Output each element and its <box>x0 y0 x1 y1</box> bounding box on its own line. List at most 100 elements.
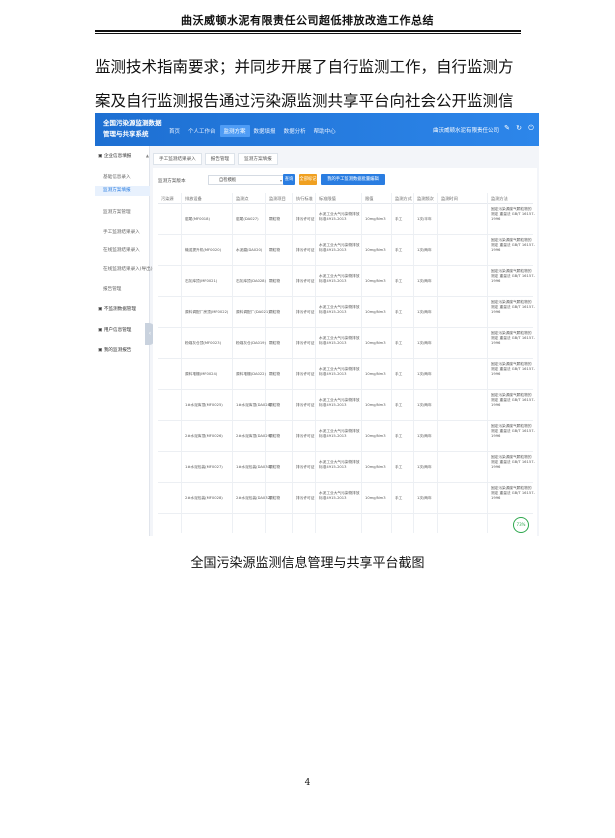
sidebar-item[interactable]: 报告管理 <box>103 286 158 292</box>
table-cell-mode: 手工 <box>395 372 403 376</box>
table-cell-item: 颗粒物 <box>269 403 281 407</box>
table-row[interactable]: 输送提升机(MF0020) 水泥磨(DA020) 颗粒物 排污许可证 水泥工业大气污染物… <box>158 236 535 266</box>
table-cell-limit: 水泥工业大气污染物排放标准4915-2013 <box>319 429 360 438</box>
table-cell-std: 排污许可证 <box>296 279 315 283</box>
table-cell-value: 10mg/Nm3 <box>365 465 386 469</box>
sidebar-item-label: 报告管理 <box>103 287 122 292</box>
table-cell-limit: 水泥工业大气污染物排放标准4915-2013 <box>319 212 360 221</box>
table-row[interactable]: 2#水泥库顶(MF0026) 2#水泥库顶(DA029) 颗粒物 排污许可证 水泥工业大… <box>158 422 535 452</box>
page-header: 曲沃威顿水泥有限责任公司超低排放改造工作总结 <box>181 14 434 27</box>
sidebar-item[interactable]: 在线监测结果录入(导出) <box>103 266 158 272</box>
column-header[interactable]: 标准限值 <box>319 196 336 202</box>
column-header[interactable]: 监测项目 <box>269 196 286 202</box>
header-rule <box>95 30 521 32</box>
sidebar-item[interactable]: 监测方案填报 <box>95 186 150 196</box>
table-row[interactable]: 1#水泥包装(MF0027) 1#水泥包装(DA030) 颗粒物 排污许可证 水泥工业大… <box>158 453 535 483</box>
column-header[interactable]: 监测频次 <box>417 196 434 202</box>
refresh-icon[interactable]: ↻ <box>515 124 523 132</box>
table-cell-method: 固定污染源废气颗粒物的测定 重量法 GB/T 16157-1996 <box>491 486 535 500</box>
table-cell-point: 2#水泥包装(DA032) <box>236 496 272 500</box>
column-header[interactable]: 监测时间 <box>441 196 458 202</box>
table-row[interactable]: 1#水泥库顶(MF0025) 1#水泥库顶(DA028) 颗粒物 排污许可证 水泥工业大… <box>158 391 535 421</box>
system-title: 全国污染源监测数据管理与共享系统 <box>103 119 162 138</box>
table-cell-limit: 水泥工业大气污染物排放标准4915-2013 <box>319 336 360 345</box>
table-cell-point: 1#水泥包装(DA030) <box>236 465 272 469</box>
table-cell-value: 10mg/Nm3 <box>365 248 386 252</box>
table-cell-method: 固定污染源废气颗粒物的测定 重量法 GB/T 16157-1996 <box>491 362 535 376</box>
sidebar-item-label: 监测方案填报 <box>103 188 131 193</box>
table-cell-method: 固定污染源废气颗粒物的测定 重量法 GB/T 16157-1996 <box>491 300 535 314</box>
column-header[interactable]: 监测点 <box>236 196 249 202</box>
table-cell-item: 颗粒物 <box>269 496 281 500</box>
column-header[interactable]: 限值 <box>365 196 373 202</box>
table-cell-value: 10mg/Nm3 <box>365 372 386 376</box>
sidebar-item[interactable]: ▣ 我的监测报告 <box>98 347 153 353</box>
table-row[interactable]: 原料调配厂房顶(MF0022) 原料调配厂(DA021) 颗粒物 排污许可证 水泥工业大… <box>158 298 535 328</box>
table-cell-limit: 水泥工业大气污染物排放标准4915-2013 <box>319 305 360 314</box>
table-cell-std: 排污许可证 <box>296 465 315 469</box>
column-header[interactable]: 污染源 <box>161 196 174 202</box>
top-nav-item[interactable]: 数据分析 <box>280 125 310 137</box>
sidebar-item[interactable]: 手工监测结果录入 <box>103 229 158 235</box>
toolbar-button[interactable]: 我的手工监测数据批量编辑 <box>321 174 385 185</box>
table-cell-freq: 1次/两年 <box>417 465 432 469</box>
table-cell-point: 2#水泥库顶(DA029) <box>236 434 272 438</box>
sidebar-item[interactable]: ▣ 企业信息填报 ▲ <box>98 153 153 159</box>
table-cell-point: 原料堆棚(DA022) <box>236 372 266 376</box>
table-cell-item: 颗粒物 <box>269 341 281 345</box>
sidebar-item[interactable]: 在线监测结果录入 <box>103 247 158 253</box>
table-cell-value: 10mg/Nm3 <box>365 403 386 407</box>
version-select[interactable]: 自检模板 ▾ <box>208 175 286 185</box>
table-row[interactable]: 2#水泥包装(MF0028) 2#水泥包装(DA032) 颗粒物 排污许可证 水泥工业大… <box>158 484 535 514</box>
table-cell-value: 10mg/Nm3 <box>365 310 386 314</box>
progress-badge: 73% <box>513 517 529 533</box>
table-cell-point: 石灰库顶(DA028) <box>236 279 266 283</box>
toolbar-button[interactable]: 查询 <box>283 174 295 185</box>
top-nav-item[interactable]: 数据填报 <box>250 125 280 137</box>
table-cell-std: 排污许可证 <box>296 341 315 345</box>
top-nav-item[interactable]: 帮助中心 <box>310 125 340 137</box>
table-row[interactable]: 窑尾(MF0018) 窑尾(DA027) 颗粒物 排污许可证 水泥工业大气污染物排放标准… <box>158 205 535 235</box>
caret-icon: ▲ <box>145 153 149 158</box>
table-row[interactable]: 石灰库顶(MF0021) 石灰库顶(DA028) 颗粒物 排污许可证 水泥工业大气污染物… <box>158 267 535 297</box>
tab[interactable]: 报告管理 <box>204 153 236 165</box>
table-cell-freq: 1次/两年 <box>417 434 432 438</box>
table-cell-limit: 水泥工业大气污染物排放标准4915-2013 <box>319 491 360 500</box>
column-header[interactable]: 监测方法 <box>491 196 508 202</box>
table-cell-limit: 水泥工业大气污染物排放标准4915-2013 <box>319 243 360 252</box>
table-cell-mode: 手工 <box>395 310 403 314</box>
power-icon[interactable]: ⏻ <box>527 124 535 132</box>
table-cell-limit: 水泥工业大气污染物排放标准4915-2013 <box>319 274 360 283</box>
tab[interactable]: 监测方案填报 <box>238 153 278 165</box>
table-cell-freq: 1次/两年 <box>417 403 432 407</box>
table-cell-mode: 手工 <box>395 341 403 345</box>
top-nav-item[interactable]: 监测方案 <box>219 125 250 137</box>
table-cell-point: 原料调配厂(DA021) <box>236 310 270 314</box>
toolbar-button[interactable]: 全部标记 <box>299 174 317 185</box>
table-cell-mode: 手工 <box>395 496 403 500</box>
sidebar-item-label: 我的监测报告 <box>103 348 132 353</box>
table-cell-freq: 1次/两年 <box>417 341 432 345</box>
table-cell-device: 输送提升机(MF0020) <box>185 248 222 252</box>
table-cell-freq: 1次/两年 <box>417 248 432 252</box>
tab-bar: 手工监测结果录入 报告管理 监测方案填报 <box>153 153 278 165</box>
table-row[interactable]: 原料堆棚(MF0024) 原料堆棚(DA022) 颗粒物 排污许可证 水泥工业大气污染物… <box>158 360 535 390</box>
column-header[interactable]: 监测方式 <box>395 196 412 202</box>
sidebar-item[interactable]: 监测方案管理 <box>103 209 158 215</box>
sidebar-item[interactable]: ▣ 不监测数据管理 <box>98 306 153 312</box>
page-number: 4 <box>304 778 311 788</box>
top-nav-item[interactable]: 首页 <box>165 125 184 137</box>
platform-screenshot: 全国污染源监测数据管理与共享系统 首页 个人工作台 监测方案 数据填报 数据分析 帮助中心… <box>95 113 539 536</box>
table-cell-value: 10mg/Nm3 <box>365 341 386 345</box>
table-cell-mode: 手工 <box>395 434 403 438</box>
filter-label: 监测方案版本 <box>158 179 186 184</box>
table-row[interactable]: 粉煤灰仓顶(MF0023) 粉煤灰仓(DA019) 颗粒物 排污许可证 水泥工业大气污染… <box>158 329 535 359</box>
sidebar-item-label: 企业信息填报 <box>103 154 132 159</box>
column-header[interactable]: 执行标准 <box>296 196 313 202</box>
top-nav-item[interactable]: 个人工作台 <box>184 125 220 137</box>
tab[interactable]: 手工监测结果录入 <box>153 153 202 165</box>
column-header[interactable]: 排放设备 <box>185 196 202 202</box>
sidebar-item[interactable]: 基础信息录入 <box>103 174 158 180</box>
table-cell-std: 排污许可证 <box>296 434 315 438</box>
edit-icon[interactable]: ✎ <box>503 124 511 132</box>
